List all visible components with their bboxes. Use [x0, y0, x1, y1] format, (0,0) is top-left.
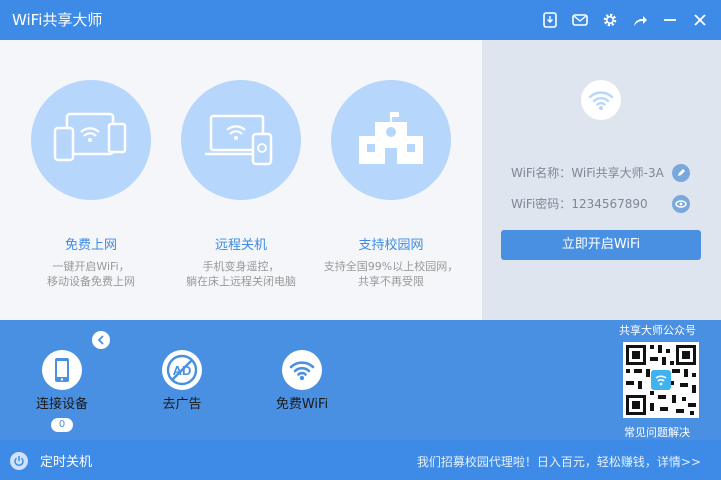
feature-title: 远程关机 [214, 238, 267, 253]
wifi-icon [581, 80, 621, 120]
start-wifi-button[interactable]: 立即开启WiFi [501, 230, 701, 260]
wifi-name-value: WiFi共享大师-3A [571, 166, 664, 180]
wifi-password-value: 1234567890 [571, 197, 648, 211]
qr-code [623, 342, 699, 418]
feature-title: 支持校园网 [358, 238, 424, 253]
feature-free-internet: 免费上网 一键开启WiFi， 移动设备免费上网 [16, 80, 166, 289]
phone-icon [42, 350, 82, 390]
promo-link[interactable]: 我们招募校园代理啦！日入百元，轻松赚钱，详情>> [417, 453, 701, 470]
feature-remote-shutdown: 远程关机 手机变身遥控， 躺在床上远程关闭电脑 [166, 80, 316, 289]
close-icon[interactable] [685, 8, 715, 32]
feature-desc: 手机变身遥控， 躺在床上远程关闭电脑 [186, 260, 296, 288]
power-icon [10, 451, 28, 470]
tool-remove-ads[interactable]: AD 去广告 [142, 350, 222, 412]
edit-name-icon[interactable] [672, 164, 690, 182]
tool-bar: 连接设备 0 AD 去广告 免费WiFi 共享大师公众号 [0, 320, 721, 440]
minimize-icon[interactable] [655, 8, 685, 32]
timer-shutdown-button[interactable]: 定时关机 [10, 451, 92, 470]
wifi-name-row: WiFi名称：WiFi共享大师-3A [511, 164, 664, 181]
app-title: WiFi共享大师 [12, 11, 103, 29]
show-password-icon[interactable] [672, 195, 690, 213]
chevron-left-icon[interactable] [92, 331, 110, 349]
window-controls [535, 8, 715, 32]
qr-title: 共享大师公众号 [619, 324, 696, 337]
tool-connected-devices[interactable]: 连接设备 0 [22, 350, 102, 432]
title-bar: WiFi共享大师 [0, 0, 721, 40]
feature-desc: 一键开启WiFi， 移动设备免费上网 [47, 260, 135, 288]
feature-title: 免费上网 [64, 238, 117, 253]
remote-shutdown-icon [181, 80, 301, 200]
school-icon [331, 80, 451, 200]
tool-free-wifi[interactable]: 免费WiFi [262, 350, 342, 412]
gear-icon[interactable] [595, 8, 625, 32]
faq-link[interactable]: 常见问题解决 [624, 424, 690, 440]
feature-panel: 免费上网 一键开启WiFi， 移动设备免费上网 远程关机 手机变身遥控， 躺在床… [0, 40, 482, 320]
device-count-badge: 0 [51, 418, 73, 432]
feature-desc: 支持全国99%以上校园网， 共享不再受限 [323, 260, 459, 288]
timer-label: 定时关机 [40, 455, 93, 470]
wifi-icon [282, 350, 322, 390]
devices-wifi-icon [31, 80, 151, 200]
wifi-name-label: WiFi名称： [511, 166, 572, 180]
footer-bar: 定时关机 我们招募校园代理啦！日入百元，轻松赚钱，详情>> [0, 440, 721, 480]
share-icon[interactable] [625, 8, 655, 32]
mail-icon[interactable] [565, 8, 595, 32]
wifi-info-panel: WiFi名称：WiFi共享大师-3A WiFi密码：1234567890 立即开… [482, 40, 721, 320]
download-icon[interactable] [535, 8, 565, 32]
no-ad-icon: AD [162, 350, 202, 390]
tool-label: 免费WiFi [275, 397, 329, 412]
wifi-password-row: WiFi密码：1234567890 [511, 195, 648, 212]
tool-label: 去广告 [162, 397, 202, 412]
feature-campus-network: 支持校园网 支持全国99%以上校园网， 共享不再受限 [316, 80, 466, 289]
wifi-password-label: WiFi密码： [511, 197, 572, 211]
tool-label: 连接设备 [35, 397, 88, 412]
